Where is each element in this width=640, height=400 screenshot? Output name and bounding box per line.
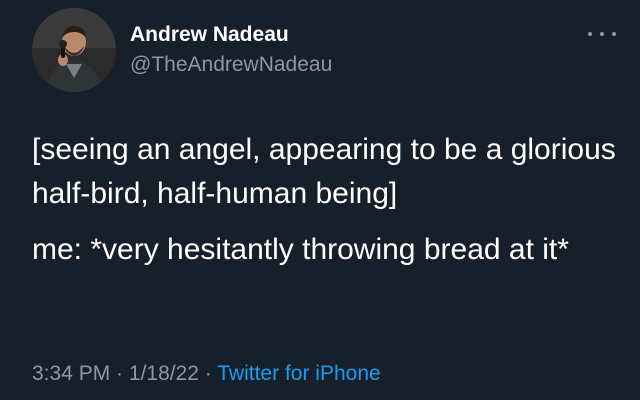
author-handle[interactable]: @TheAndrewNadeau — [130, 50, 332, 80]
tweet-paragraph: me: *very hesitantly throwing bread at i… — [32, 233, 569, 266]
author-block: Andrew Nadeau @TheAndrewNadeau — [130, 20, 332, 80]
tweet-paragraph: [seeing an angel, appearing to be a glor… — [32, 133, 616, 210]
tweet-time[interactable]: 3:34 PM — [32, 362, 110, 385]
more-horizontal-icon-dot — [612, 32, 616, 36]
tweet-text: [seeing an angel, appearing to be a glor… — [32, 128, 622, 284]
tweet-metadata: 3:34 PM · 1/18/22 · Twitter for iPhone — [32, 358, 381, 390]
avatar[interactable] — [32, 8, 116, 92]
tweet-source-link[interactable]: Twitter for iPhone — [217, 362, 380, 385]
meta-separator: · — [110, 362, 129, 385]
meta-separator: · — [198, 362, 218, 385]
more-horizontal-icon-dot — [600, 32, 604, 36]
author-display-name[interactable]: Andrew Nadeau — [130, 20, 332, 50]
tweet-date[interactable]: 1/18/22 — [129, 362, 199, 385]
tweet: Andrew Nadeau @TheAndrewNadeau [seeing a… — [0, 0, 640, 400]
more-options-button[interactable] — [588, 26, 616, 42]
more-horizontal-icon — [588, 32, 592, 36]
avatar-photo — [32, 8, 116, 92]
